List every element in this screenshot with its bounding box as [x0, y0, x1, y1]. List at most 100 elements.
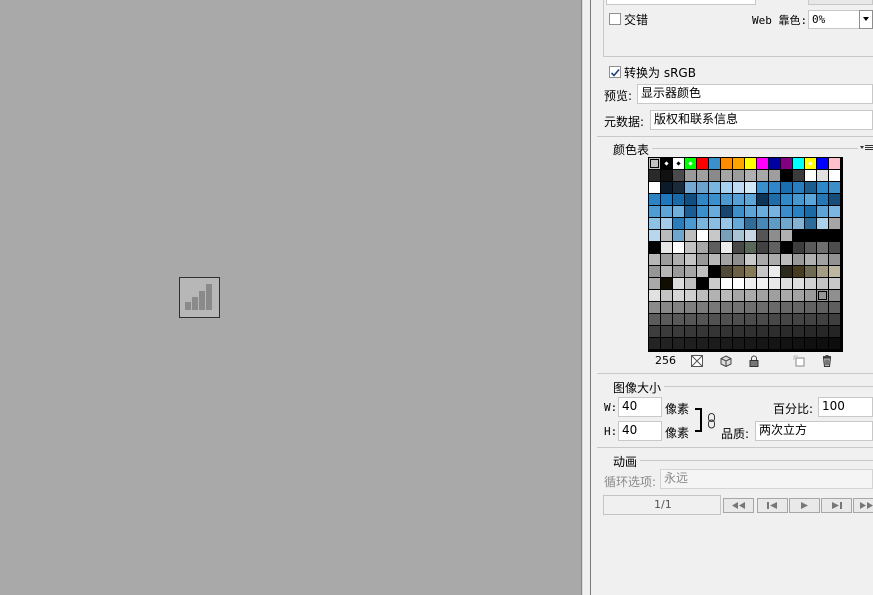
color-swatch[interactable] [817, 266, 829, 278]
color-swatch[interactable] [781, 302, 793, 314]
color-swatch[interactable] [793, 338, 805, 350]
color-swatch[interactable] [649, 182, 661, 194]
color-swatch[interactable] [685, 242, 697, 254]
color-swatch[interactable] [745, 230, 757, 242]
color-swatch[interactable] [673, 194, 685, 206]
color-swatch[interactable] [757, 266, 769, 278]
color-swatch[interactable] [817, 290, 829, 302]
color-swatch[interactable] [805, 218, 817, 230]
color-swatch[interactable] [805, 170, 817, 182]
color-swatch[interactable] [721, 182, 733, 194]
color-swatch[interactable] [829, 278, 841, 290]
color-swatch[interactable] [745, 278, 757, 290]
color-swatch[interactable] [685, 170, 697, 182]
color-swatch[interactable] [757, 218, 769, 230]
color-swatch[interactable] [805, 338, 817, 350]
color-swatch[interactable] [697, 314, 709, 326]
color-swatch[interactable] [757, 338, 769, 350]
color-swatch[interactable] [757, 290, 769, 302]
color-swatch[interactable] [685, 326, 697, 338]
top-dropdown-partial[interactable] [606, 0, 756, 5]
play-button[interactable] [789, 498, 820, 513]
color-swatch[interactable] [805, 302, 817, 314]
color-swatch[interactable] [685, 302, 697, 314]
color-swatch[interactable] [673, 182, 685, 194]
color-swatch[interactable] [817, 338, 829, 350]
width-input[interactable]: 40 [618, 397, 662, 417]
preview-canvas[interactable] [0, 0, 581, 595]
prev-frame-button[interactable] [757, 498, 788, 513]
color-swatch[interactable] [793, 242, 805, 254]
color-swatch[interactable] [721, 158, 733, 170]
color-swatch[interactable] [805, 326, 817, 338]
color-swatch[interactable] [805, 194, 817, 206]
color-swatch[interactable] [721, 302, 733, 314]
color-swatch[interactable] [829, 290, 841, 302]
color-table-menu-icon[interactable] [859, 142, 873, 152]
color-swatch[interactable] [733, 338, 745, 350]
last-frame-button[interactable] [853, 498, 873, 513]
color-swatch[interactable] [697, 266, 709, 278]
color-swatch[interactable] [697, 206, 709, 218]
color-swatch[interactable] [829, 254, 841, 266]
color-swatch[interactable] [673, 314, 685, 326]
color-swatch[interactable] [709, 242, 721, 254]
color-swatch[interactable] [745, 302, 757, 314]
convert-srgb-checkbox[interactable] [609, 66, 621, 78]
color-swatch[interactable] [673, 218, 685, 230]
color-swatch[interactable] [673, 338, 685, 350]
color-swatch[interactable] [685, 338, 697, 350]
color-swatch[interactable] [673, 302, 685, 314]
color-swatch[interactable] [685, 254, 697, 266]
color-swatch[interactable] [829, 242, 841, 254]
color-swatch[interactable] [709, 194, 721, 206]
color-swatch[interactable] [781, 338, 793, 350]
color-swatch[interactable] [817, 158, 829, 170]
color-swatch[interactable] [721, 290, 733, 302]
color-swatch[interactable] [661, 230, 673, 242]
color-swatch[interactable] [697, 290, 709, 302]
color-swatch[interactable] [733, 302, 745, 314]
color-swatch[interactable] [817, 314, 829, 326]
color-swatch[interactable] [817, 194, 829, 206]
color-swatch[interactable] [721, 194, 733, 206]
color-swatch[interactable] [709, 182, 721, 194]
color-swatch[interactable] [805, 278, 817, 290]
color-swatch[interactable] [781, 182, 793, 194]
height-input[interactable]: 40 [618, 421, 662, 441]
color-swatch[interactable] [781, 278, 793, 290]
color-swatch[interactable] [793, 278, 805, 290]
color-swatch[interactable] [697, 254, 709, 266]
color-swatch[interactable] [685, 230, 697, 242]
color-swatch[interactable] [661, 314, 673, 326]
color-swatch[interactable] [721, 338, 733, 350]
color-swatch[interactable] [805, 206, 817, 218]
color-swatch[interactable] [745, 242, 757, 254]
color-swatch[interactable] [805, 254, 817, 266]
color-swatch[interactable] [829, 158, 841, 170]
color-swatch[interactable] [829, 170, 841, 182]
color-swatch[interactable] [769, 338, 781, 350]
color-swatch[interactable] [721, 314, 733, 326]
color-swatch[interactable] [685, 314, 697, 326]
color-swatch[interactable] [697, 326, 709, 338]
color-swatch[interactable] [793, 206, 805, 218]
color-swatch[interactable] [709, 302, 721, 314]
color-swatch[interactable] [769, 242, 781, 254]
color-swatch[interactable] [673, 206, 685, 218]
color-swatch[interactable] [769, 182, 781, 194]
color-swatch[interactable] [685, 206, 697, 218]
color-swatch[interactable] [793, 170, 805, 182]
color-swatch[interactable] [769, 266, 781, 278]
color-swatch[interactable] [697, 194, 709, 206]
color-swatch[interactable] [649, 158, 661, 170]
color-swatch[interactable] [661, 290, 673, 302]
color-swatch[interactable] [673, 326, 685, 338]
color-swatch[interactable] [733, 254, 745, 266]
new-color-icon[interactable] [793, 355, 805, 367]
color-swatch[interactable] [685, 278, 697, 290]
color-swatch[interactable] [757, 230, 769, 242]
color-swatch[interactable] [817, 302, 829, 314]
color-swatch[interactable] [733, 218, 745, 230]
color-swatch[interactable] [793, 194, 805, 206]
